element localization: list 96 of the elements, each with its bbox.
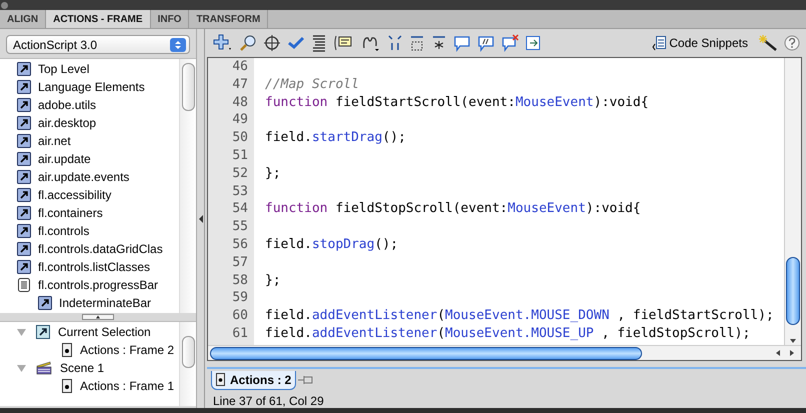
toolbox-item[interactable]: Top Level bbox=[38, 62, 90, 76]
line-number: 51 bbox=[231, 146, 248, 165]
collapse-arrow-icon[interactable] bbox=[198, 214, 204, 224]
navigator-item[interactable]: Current Selection bbox=[58, 325, 151, 339]
package-arrow-icon bbox=[17, 188, 31, 202]
package-arrow-icon bbox=[17, 134, 31, 148]
package-arrow-icon bbox=[17, 98, 31, 112]
scrollbar[interactable] bbox=[784, 58, 801, 345]
package-arrow-icon bbox=[17, 116, 31, 130]
line-number: 53 bbox=[231, 182, 248, 200]
line-number: 56 bbox=[231, 236, 248, 254]
frame-icon bbox=[216, 373, 225, 386]
snippet-icon bbox=[651, 35, 668, 51]
line-number: 61 bbox=[231, 324, 248, 343]
code-line: function fieldStopScroll(event:MouseEvent):void{ bbox=[265, 200, 641, 218]
package-arrow-icon bbox=[17, 260, 31, 274]
code-line: function fieldStartScroll(event:MouseEvent):void{ bbox=[265, 94, 649, 112]
collapse-selection-icon[interactable] bbox=[409, 34, 425, 52]
crosshair-icon[interactable] bbox=[263, 34, 281, 52]
line-number: 50 bbox=[231, 129, 248, 147]
line-number: 49 bbox=[231, 111, 248, 130]
toolbox-item[interactable]: fl.controls.progressBar bbox=[38, 278, 158, 292]
toolbox-item[interactable]: air.update.events bbox=[38, 170, 130, 184]
pin-icon[interactable] bbox=[298, 374, 314, 386]
line-number: 48 bbox=[231, 94, 248, 112]
code-line: field.startDrag(); bbox=[265, 129, 406, 147]
package-arrow-icon bbox=[17, 224, 31, 238]
format-lines-icon[interactable] bbox=[311, 34, 327, 52]
line-number: 57 bbox=[231, 254, 248, 272]
toolbox-item[interactable]: air.desktop bbox=[38, 116, 96, 130]
clapperboard-icon bbox=[36, 361, 52, 375]
toolbox-item[interactable]: air.update bbox=[38, 152, 91, 166]
package-arrow-icon bbox=[17, 62, 31, 76]
magic-wand-icon[interactable] bbox=[758, 34, 778, 52]
package-arrow-icon bbox=[38, 296, 52, 310]
package-arrow-icon bbox=[17, 242, 31, 256]
toolbox-item[interactable]: fl.accessibility bbox=[38, 188, 112, 202]
navigator-item[interactable]: Actions : Frame 2 bbox=[80, 343, 174, 357]
frame-icon bbox=[62, 379, 72, 393]
line-comment-icon[interactable] bbox=[477, 34, 495, 52]
package-arrow-icon bbox=[17, 206, 31, 220]
scrollbar[interactable] bbox=[179, 322, 196, 406]
collapse-braces-icon[interactable] bbox=[387, 34, 403, 52]
search-icon[interactable] bbox=[239, 34, 257, 52]
panel-tab[interactable]: ACTIONS - FRAME bbox=[46, 10, 151, 28]
code-snippets-button[interactable]: Code Snippets bbox=[651, 35, 748, 51]
toolbox-item[interactable]: fl.containers bbox=[38, 206, 103, 220]
toolbox-item[interactable]: fl.controls bbox=[38, 224, 90, 238]
horizontal-scrollbar[interactable] bbox=[208, 345, 801, 360]
remove-comment-icon[interactable] bbox=[501, 34, 519, 52]
add-icon[interactable] bbox=[213, 34, 233, 52]
script-tab[interactable]: Actions : 2 bbox=[211, 370, 296, 390]
scroll-thumb[interactable] bbox=[182, 336, 194, 368]
line-number: 60 bbox=[231, 307, 248, 325]
scroll-thumb[interactable] bbox=[182, 63, 194, 111]
scroll-down-arrow-icon[interactable] bbox=[788, 337, 798, 345]
splitter-grip-icon[interactable] bbox=[82, 314, 114, 320]
code-line: field.addEventListener(MouseEvent.MOUSE_DOWN , fieldStartScroll); bbox=[265, 307, 774, 325]
toolbox-item[interactable]: IndeterminateBar bbox=[59, 296, 152, 310]
toolbox-item[interactable]: fl.controls.dataGridClas bbox=[38, 242, 163, 256]
panel-toggle-icon[interactable] bbox=[525, 34, 541, 52]
code-line: }; bbox=[265, 272, 281, 290]
block-comment-icon[interactable] bbox=[453, 34, 471, 52]
package-arrow-icon bbox=[17, 170, 31, 184]
toolbox-item[interactable]: air.net bbox=[38, 134, 71, 148]
scroll-thumb[interactable] bbox=[210, 346, 642, 360]
language-dropdown[interactable]: ActionScript 3.0 bbox=[6, 35, 190, 54]
help-icon[interactable] bbox=[784, 35, 800, 51]
line-number: 54 bbox=[231, 200, 248, 218]
navigator-item[interactable]: Actions : Frame 1 bbox=[80, 379, 174, 393]
toolbox-item[interactable]: fl.controls.listClasses bbox=[38, 260, 150, 274]
code-line: field.stopDrag(); bbox=[265, 236, 398, 254]
frame-icon bbox=[62, 343, 72, 357]
status-bar-text: Line 37 of 61, Col 29 bbox=[212, 393, 325, 408]
toolbox-item[interactable]: Language Elements bbox=[38, 80, 145, 94]
line-number: 59 bbox=[231, 289, 248, 308]
toolbox-item[interactable]: adobe.utils bbox=[38, 98, 96, 112]
scrollbar[interactable] bbox=[179, 59, 196, 313]
code-line: field.addEventListener(MouseEvent.MOUSE_UP , fieldStopScroll); bbox=[265, 324, 750, 343]
book-icon bbox=[17, 278, 31, 292]
code-editor[interactable] bbox=[207, 57, 802, 361]
line-number: 55 bbox=[231, 218, 248, 236]
line-number: 46 bbox=[231, 58, 248, 76]
expand-all-icon[interactable] bbox=[431, 34, 447, 52]
selection-arrow-icon bbox=[36, 325, 50, 339]
code-line: //Map Scroll bbox=[265, 76, 359, 94]
line-number: 58 bbox=[231, 272, 248, 290]
navigator-item[interactable]: Scene 1 bbox=[60, 361, 104, 375]
package-arrow-icon bbox=[17, 80, 31, 94]
line-number: 47 bbox=[231, 76, 248, 94]
dropdown-stepper-icon bbox=[170, 38, 186, 52]
line-number: 52 bbox=[231, 164, 248, 183]
package-arrow-icon bbox=[17, 152, 31, 166]
scroll-thumb[interactable] bbox=[786, 257, 800, 325]
checkmark-icon[interactable] bbox=[287, 34, 305, 52]
code-line: }; bbox=[265, 164, 281, 183]
